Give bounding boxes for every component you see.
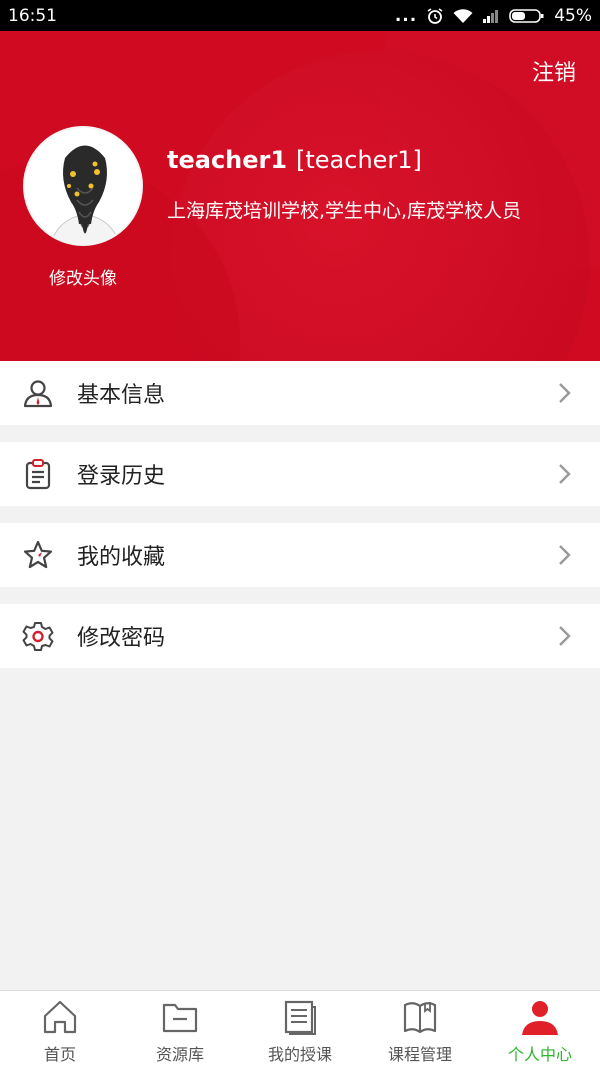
notification-dots: ... (394, 5, 418, 26)
status-icons: ... 45% (395, 6, 592, 26)
logout-button[interactable]: 注销 (532, 55, 576, 87)
chevron-right-icon (559, 383, 571, 403)
nav-tab-course-management[interactable]: 课程管理 (360, 991, 480, 1067)
battery-icon (509, 8, 545, 24)
nav-tab-resources[interactable]: 资源库 (120, 991, 240, 1067)
nav-label: 首页 (43, 1045, 76, 1064)
menu-item-label: 我的收藏 (77, 545, 166, 570)
bottom-navigation: 首页 资源库 我的授课 课程管理 个人中心 (0, 990, 600, 1067)
chevron-right-icon (559, 626, 571, 646)
menu-item-change-password[interactable]: 修改密码 (0, 604, 600, 668)
nav-label: 我的授课 (267, 1045, 332, 1064)
status-time: 16:51 (8, 5, 57, 26)
battery-percent: 45% (554, 5, 592, 26)
folder-icon (162, 1003, 198, 1033)
star-icon (23, 540, 53, 569)
avatar[interactable] (23, 126, 143, 246)
nav-label: 课程管理 (387, 1045, 452, 1064)
nav-tab-my-teaching[interactable]: 我的授课 (240, 991, 360, 1067)
home-icon (43, 1000, 77, 1034)
clipboard-icon (25, 459, 51, 490)
menu-item-favorites[interactable]: 我的收藏 (0, 523, 600, 587)
menu-item-label: 登录历史 (77, 464, 166, 489)
gear-icon (22, 622, 54, 651)
edit-avatar-link[interactable]: 修改头像 (23, 264, 143, 289)
username: teacher1 (167, 146, 288, 174)
book-icon (403, 1002, 437, 1034)
wifi-icon (453, 8, 473, 24)
nav-tab-home[interactable]: 首页 (0, 991, 120, 1067)
person-icon (522, 1001, 558, 1035)
status-bar: 16:51 ... 45% (0, 0, 600, 31)
alarm-icon (426, 7, 444, 25)
menu-item-basic-info[interactable]: 基本信息 (0, 361, 600, 425)
menu-item-login-history[interactable]: 登录历史 (0, 442, 600, 506)
user-icon (23, 380, 53, 408)
chevron-right-icon (559, 464, 571, 484)
nav-tab-personal-center[interactable]: 个人中心 (480, 991, 600, 1067)
nav-label: 个人中心 (507, 1045, 572, 1064)
account-id: [teacher1] (296, 146, 422, 174)
nav-label: 资源库 (155, 1045, 204, 1064)
cell-signal-icon (482, 8, 500, 24)
profile-header: 注销 修改头像 teacher1 [teacher1] 上海库茂培训学校,学生中… (0, 31, 600, 361)
menu-item-label: 基本信息 (77, 383, 166, 408)
chevron-right-icon (559, 545, 571, 565)
avatar-image (25, 128, 141, 244)
user-organization: 上海库茂培训学校,学生中心,库茂学校人员 (167, 200, 522, 222)
document-icon (284, 1000, 316, 1035)
menu-item-label: 修改密码 (77, 626, 166, 651)
